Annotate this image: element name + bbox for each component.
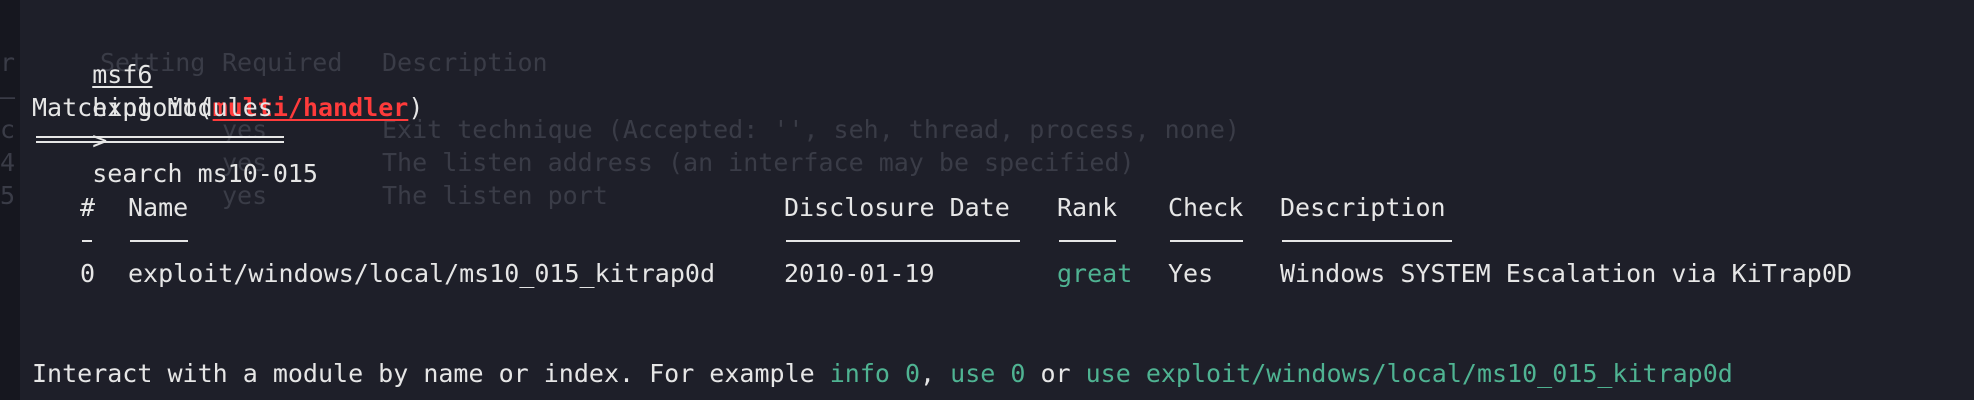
ghost-row-description: Exit technique (Accepted: '', seh, threa…	[382, 115, 1240, 144]
table-cell-check: Yes	[1168, 259, 1214, 288]
table-cell-rank: great	[1057, 259, 1133, 288]
separator-rank	[1059, 240, 1116, 242]
table-cell-description: Windows SYSTEM Escalation via KiTrap0D	[1280, 259, 1852, 288]
column-header-check: Check	[1168, 193, 1244, 222]
table-cell-name[interactable]: exploit/windows/local/ms10_015_kitrap0d	[128, 257, 715, 290]
column-header-disclosure-date: Disclosure Date	[784, 193, 1010, 222]
terminal-window[interactable]: r — c 4 5 Setting Required Description y…	[0, 0, 1974, 400]
column-header-name: Name	[128, 193, 189, 222]
table-cell-number: 0	[80, 259, 96, 288]
ghost-left-char-1: r	[0, 48, 16, 77]
ghost-row-description: The listen address (an interface may be …	[382, 148, 1135, 177]
interaction-hint: Interact with a module by name or index.…	[32, 357, 1733, 390]
ghost-left-char-4: 4	[0, 148, 16, 177]
ghost-left-char-5: 5	[0, 181, 16, 210]
separator-disclosure-date	[786, 240, 1020, 242]
prompt-close-paren: )	[408, 93, 424, 122]
hint-command-use-index[interactable]: use 0	[950, 359, 1025, 388]
section-title-underline	[36, 136, 284, 143]
prompt-command: search ms10-015	[92, 159, 318, 188]
column-header-description: Description	[1280, 193, 1446, 222]
hint-command-info[interactable]: info 0	[830, 359, 920, 388]
ghost-left-char-3: c	[0, 115, 16, 144]
column-header-number: #	[80, 193, 96, 222]
hint-separator: or	[1025, 359, 1086, 388]
separator-number	[82, 240, 92, 242]
separator-description	[1282, 240, 1452, 242]
hint-prefix: Interact with a module by name or index.…	[32, 359, 830, 388]
column-header-rank: Rank	[1057, 193, 1118, 222]
hint-command-use-name[interactable]: use exploit/windows/local/ms10_015_kitra…	[1086, 359, 1733, 388]
hint-separator: ,	[920, 359, 951, 388]
section-title: Matching Modules	[32, 93, 273, 122]
ghost-left-char-2: —	[0, 82, 16, 111]
separator-name	[130, 240, 188, 242]
separator-check	[1170, 240, 1243, 242]
table-cell-disclosure-date: 2010-01-19	[784, 259, 935, 288]
prompt-msf-label: msf6	[92, 60, 153, 89]
